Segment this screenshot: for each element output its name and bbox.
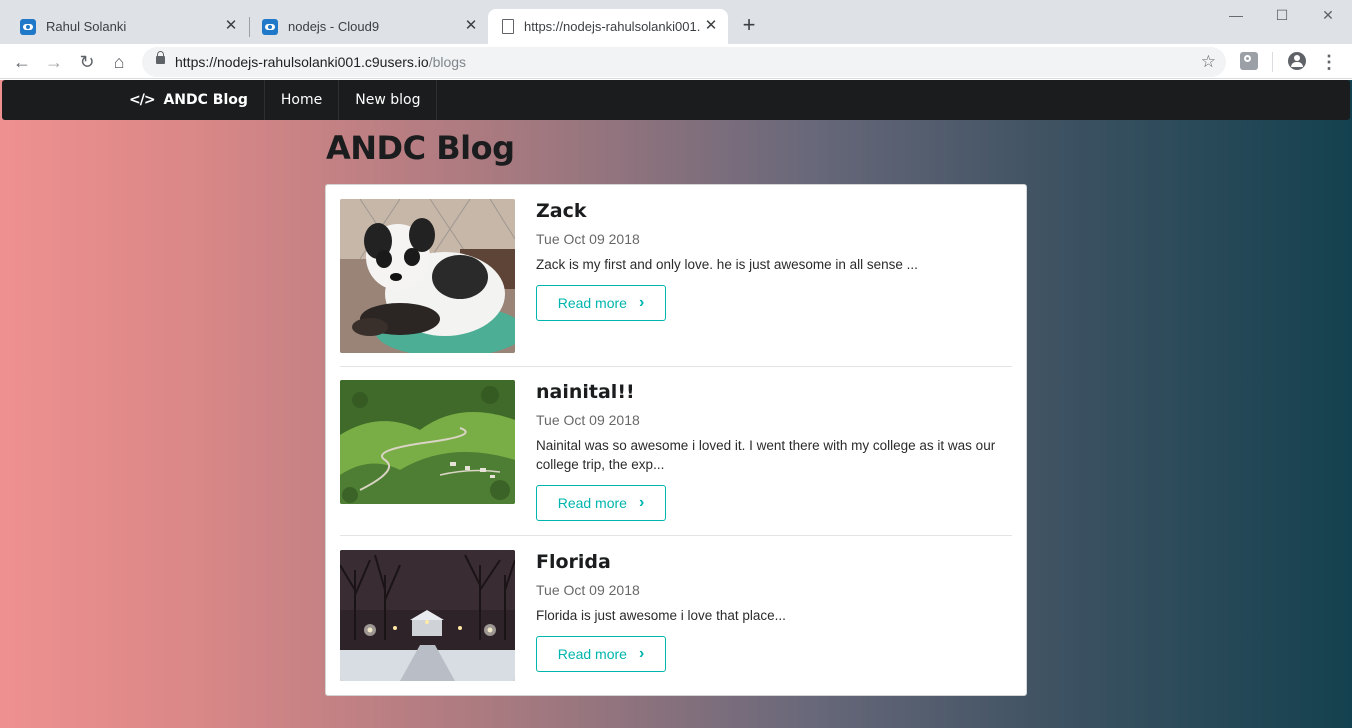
bookmark-star-icon[interactable]: ☆ bbox=[1201, 51, 1216, 73]
browser-tab-active[interactable]: https://nodejs-rahulsolanki001.c9 ✕ bbox=[488, 9, 728, 44]
blog-content: Zack Tue Oct 09 2018 Zack is my first an… bbox=[536, 199, 1012, 321]
blog-title[interactable]: Florida bbox=[536, 550, 1012, 574]
read-more-label: Read more bbox=[557, 295, 627, 311]
blog-title[interactable]: Zack bbox=[536, 199, 1012, 223]
chevron-right-icon: › bbox=[638, 294, 645, 311]
reload-icon[interactable]: ↻ bbox=[74, 49, 100, 75]
read-more-button[interactable]: Read more › bbox=[536, 485, 666, 521]
tab-title: https://nodejs-rahulsolanki001.c9 bbox=[524, 19, 700, 34]
cloud9-eye-icon bbox=[20, 18, 36, 35]
blog-item: nainital!! Tue Oct 09 2018 Nainital was … bbox=[340, 380, 1012, 521]
browser-toolbar: ← → ↻ ⌂ https://nodejs-rahulsolanki001.c… bbox=[0, 44, 1352, 79]
page-viewport: </> ANDC Blog Home New blog ANDC Blog Za… bbox=[0, 80, 1352, 728]
nav-new-blog-link[interactable]: New blog bbox=[339, 80, 438, 120]
kebab-menu-icon[interactable]: ⋮ bbox=[1320, 52, 1338, 72]
blog-excerpt: Zack is my first and only love. he is ju… bbox=[536, 257, 918, 272]
read-more-button[interactable]: Read more › bbox=[536, 285, 666, 321]
lock-icon bbox=[156, 51, 165, 64]
site-navbar: </> ANDC Blog Home New blog bbox=[2, 80, 1350, 120]
profile-avatar-icon[interactable] bbox=[1288, 52, 1306, 70]
blog-content: nainital!! Tue Oct 09 2018 Nainital was … bbox=[536, 380, 1012, 521]
item-divider bbox=[340, 366, 1012, 367]
url-host: https://nodejs-rahulsolanki001.c9users.i… bbox=[175, 54, 429, 70]
snowy-park-photo[interactable] bbox=[340, 550, 515, 681]
blog-content: Florida Tue Oct 09 2018 Florida is just … bbox=[536, 550, 1012, 672]
item-divider bbox=[340, 535, 1012, 536]
blog-list: Zack Tue Oct 09 2018 Zack is my first an… bbox=[325, 184, 1027, 696]
brand-label: ANDC Blog bbox=[163, 92, 248, 108]
brand-link[interactable]: </> ANDC Blog bbox=[113, 80, 265, 120]
url-text[interactable]: https://nodejs-rahulsolanki001.c9users.i… bbox=[175, 54, 466, 70]
chevron-right-icon: › bbox=[638, 494, 645, 511]
extension-search-icon[interactable] bbox=[1240, 52, 1258, 70]
dog-photo[interactable] bbox=[340, 199, 515, 353]
blog-date: Tue Oct 09 2018 bbox=[536, 412, 640, 428]
home-icon[interactable]: ⌂ bbox=[106, 49, 132, 75]
browser-tab-2[interactable]: nodejs - Cloud9 ✕ bbox=[250, 9, 488, 44]
blog-date: Tue Oct 09 2018 bbox=[536, 231, 640, 247]
back-arrow-icon[interactable]: ← bbox=[9, 49, 35, 75]
read-more-label: Read more bbox=[557, 646, 627, 662]
blog-item: Florida Tue Oct 09 2018 Florida is just … bbox=[340, 550, 1012, 681]
browser-tab-1[interactable]: Rahul Solanki ✕ bbox=[8, 9, 248, 44]
close-icon[interactable]: ✕ bbox=[462, 17, 480, 35]
nav-home-link[interactable]: Home bbox=[265, 80, 340, 120]
tab-title: Rahul Solanki bbox=[46, 19, 127, 34]
chevron-right-icon: › bbox=[638, 645, 645, 662]
minimize-button[interactable]: — bbox=[1213, 4, 1259, 26]
read-more-label: Read more bbox=[557, 495, 627, 511]
tab-title: nodejs - Cloud9 bbox=[288, 19, 380, 34]
close-icon[interactable]: ✕ bbox=[222, 17, 240, 35]
cloud9-eye-icon bbox=[262, 18, 278, 35]
blog-date: Tue Oct 09 2018 bbox=[536, 582, 640, 598]
read-more-button[interactable]: Read more › bbox=[536, 636, 666, 672]
blog-excerpt: Florida is just awesome i love that plac… bbox=[536, 608, 786, 623]
close-window-button[interactable]: ✕ bbox=[1305, 4, 1351, 26]
new-tab-button[interactable]: + bbox=[738, 14, 760, 37]
toolbar-divider bbox=[1272, 52, 1273, 72]
blog-item: Zack Tue Oct 09 2018 Zack is my first an… bbox=[340, 199, 1012, 353]
blog-title[interactable]: nainital!! bbox=[536, 380, 1012, 404]
url-path: /blogs bbox=[428, 54, 467, 70]
browser-tab-strip: Rahul Solanki ✕ nodejs - Cloud9 ✕ https:… bbox=[0, 0, 1352, 44]
hills-photo[interactable] bbox=[340, 380, 515, 504]
blog-excerpt: Nainital was so awesome i loved it. I we… bbox=[536, 438, 996, 472]
close-icon[interactable]: ✕ bbox=[702, 17, 720, 35]
forward-arrow-icon[interactable]: → bbox=[41, 49, 67, 75]
page-title: ANDC Blog bbox=[326, 129, 515, 167]
maximize-button[interactable]: ☐ bbox=[1259, 4, 1305, 26]
code-icon: </> bbox=[129, 92, 156, 108]
page-icon bbox=[502, 19, 514, 34]
address-bar[interactable]: https://nodejs-rahulsolanki001.c9users.i… bbox=[142, 47, 1226, 77]
